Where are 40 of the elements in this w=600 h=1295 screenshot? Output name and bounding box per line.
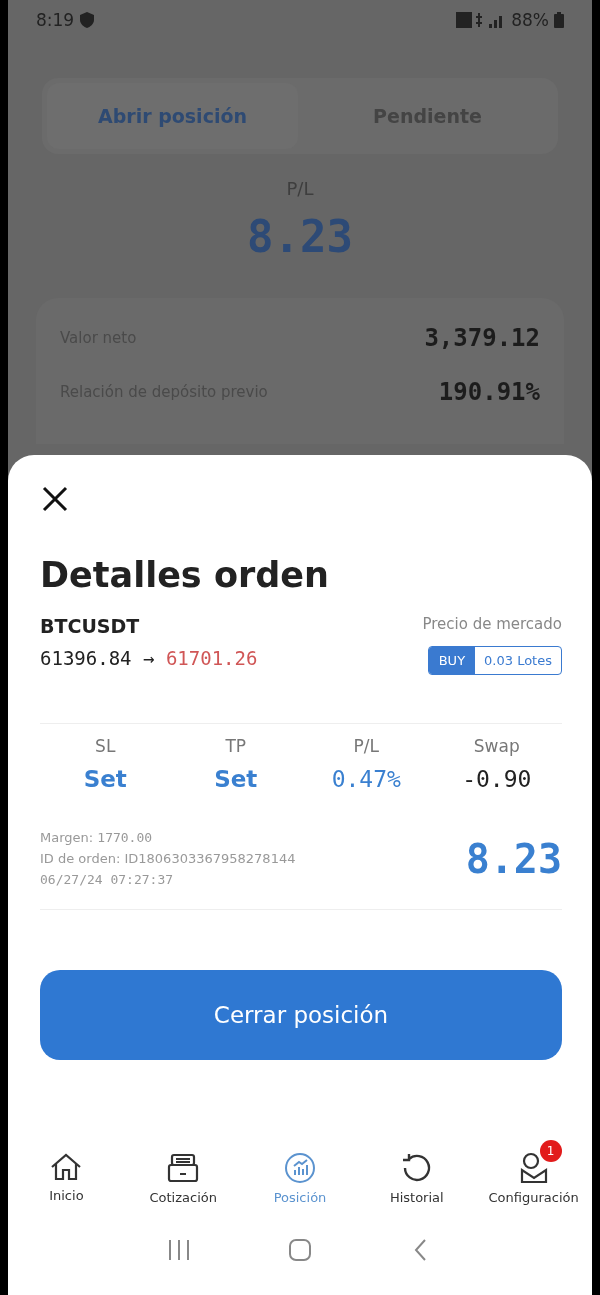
home-button-icon[interactable] [288,1239,312,1261]
stat-label: Swap [473,736,520,756]
lots-label: 0.03 Lotes [483,652,553,670]
history-icon [400,1152,433,1184]
battery-level: 88% [511,10,549,30]
side-label: BUY [428,647,476,674]
nav-item[interactable]: Inicio [8,1140,125,1205]
drawer-icon [167,1152,200,1184]
set-link[interactable]: Set [83,766,127,792]
stat-label: SL [95,736,116,756]
stat-label: TP [225,736,247,756]
home-icon [50,1152,83,1182]
order-type: Precio de mercado [422,615,562,633]
symbol: BTCUSDT [40,615,141,637]
nav-item[interactable]: Cotización [124,1140,242,1205]
margin-text: Margen: 1770.00 [40,830,154,845]
pl-value: 8.23 [246,211,354,262]
stat-value: 0.47% [331,766,401,792]
network-icon [456,12,484,28]
pl-amount: 8.23 [465,835,562,882]
close-position-button[interactable]: Cerrar posición [40,970,562,1060]
stat-value: -0.90 [462,766,532,792]
clock: 8:19 [36,10,75,30]
recents-icon[interactable] [166,1239,191,1261]
nav-item[interactable]: Configuración 1 [475,1140,592,1205]
summary-value: 190.91% [438,378,540,406]
set-link[interactable]: Set [214,766,258,792]
nav-item[interactable]: Historial [358,1140,476,1205]
price-change: 61396.84 → 61701.26 [40,647,258,669]
shield-icon [80,12,95,28]
sheet-title: Detalles orden [40,555,330,595]
notification-badge: 1 [539,1140,562,1162]
chart-icon [284,1152,316,1184]
order-id-text: ID de orden: ID1806303367958278144 [40,851,296,866]
battery-icon [554,12,564,28]
order-datetime: 06/27/24 07:27:37 [40,872,175,887]
summary-value: 3,379.12 [424,324,540,352]
stat-label: P/L [353,736,379,756]
close-icon [42,485,68,512]
nav-item[interactable]: Posición [241,1140,359,1205]
